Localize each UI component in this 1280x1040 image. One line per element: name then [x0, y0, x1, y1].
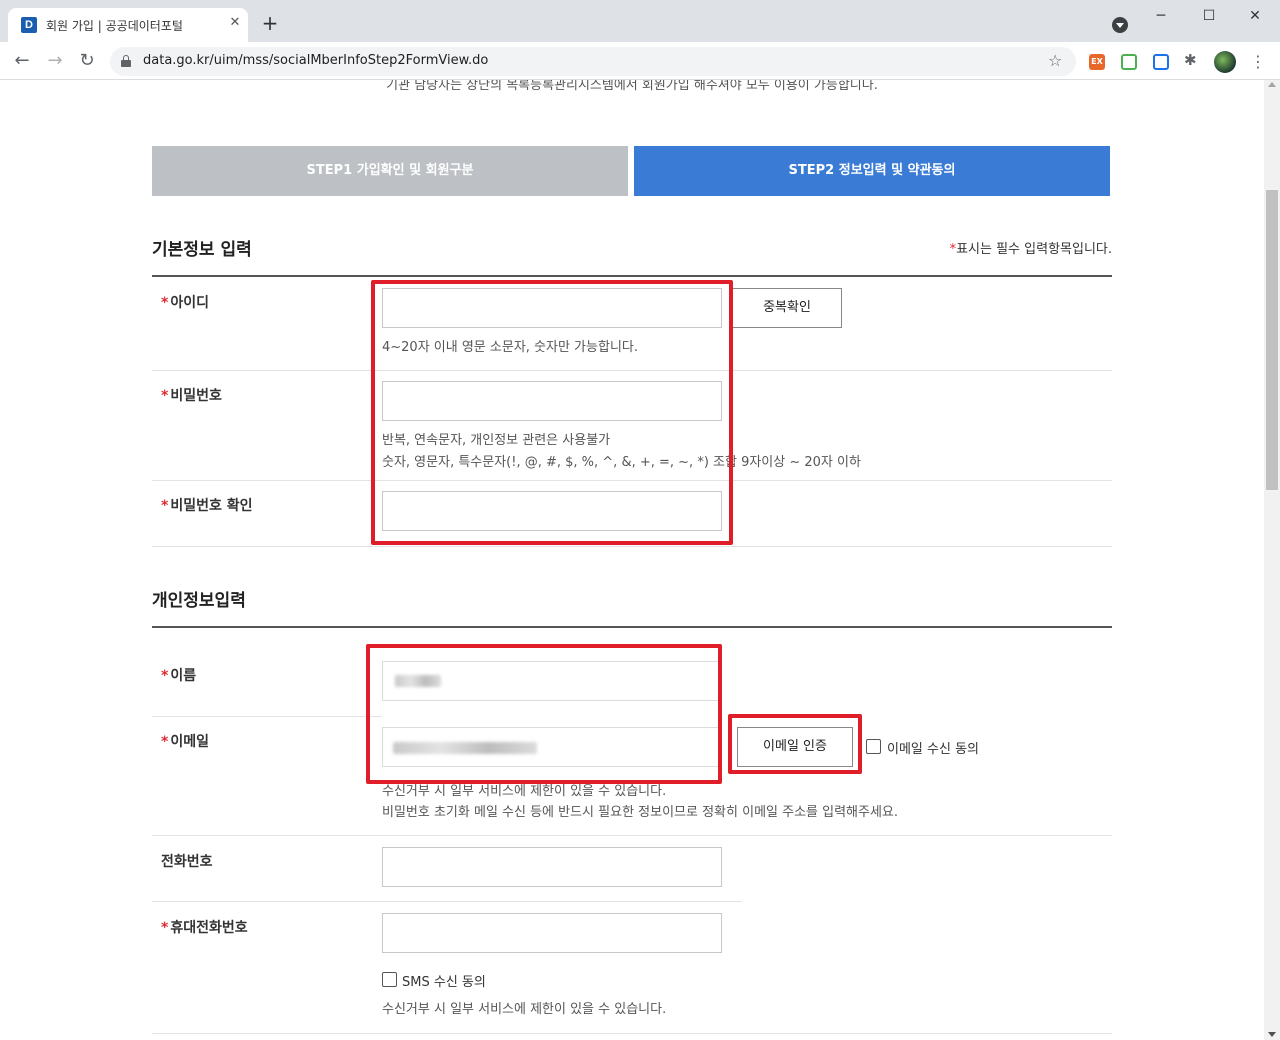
page-scrollbar[interactable] — [1264, 80, 1280, 1040]
tab-search-icon[interactable] — [1112, 17, 1128, 33]
scrollbar-thumb[interactable] — [1266, 190, 1278, 490]
step1-tab: STEP1 가입확인 및 회원구분 — [152, 146, 628, 196]
personal-info-title: 개인정보입력 — [152, 591, 246, 611]
row-divider — [152, 716, 382, 717]
password-input[interactable] — [382, 381, 722, 421]
duplicate-check-button[interactable]: 중복확인 — [732, 288, 842, 328]
row-divider — [152, 901, 742, 902]
id-label: * 아이디 — [161, 295, 209, 311]
site-favicon-icon: D — [21, 17, 37, 33]
step2-tab: STEP2 정보입력 및 약관동의 — [634, 146, 1110, 196]
redacted-name — [395, 675, 441, 687]
email-help-2: 비밀번호 초기화 메일 수신 등에 반드시 필요한 정보이므로 정확히 이메일 … — [382, 805, 899, 820]
id-help-text: 4~20자 이내 영문 소문자, 숫자만 가능합니다. — [382, 340, 638, 355]
email-consent-label: 이메일 수신 동의 — [887, 742, 979, 757]
name-label: * 이름 — [161, 668, 197, 684]
window-close-button[interactable]: ✕ — [1232, 4, 1278, 28]
address-bar[interactable]: data.go.kr/uim/mss/socialMberInfoStep2Fo… — [110, 47, 1076, 76]
mobile-label: * 휴대전화번호 — [161, 920, 248, 936]
row-divider — [152, 546, 1112, 547]
reload-icon[interactable]: ↻ — [77, 51, 97, 71]
row-divider — [152, 1033, 1112, 1034]
extension-blue-icon[interactable] — [1153, 54, 1169, 70]
password-help-2: 숫자, 영문자, 특수문자(!, @, #, $, %, ^, &, +, =,… — [382, 455, 861, 470]
new-tab-button[interactable]: + — [260, 13, 280, 33]
minimize-button[interactable]: ─ — [1138, 4, 1184, 28]
browser-toolbar: ← → ↻ data.go.kr/uim/mss/socialMberInfoS… — [0, 42, 1280, 80]
basic-info-title: 기본정보 입력 — [152, 240, 252, 260]
row-divider — [152, 370, 1112, 371]
password-label: * 비밀번호 — [161, 388, 222, 404]
section-divider — [152, 626, 1112, 628]
email-help-1: 수신거부 시 일부 서비스에 제한이 있을 수 있습니다. — [382, 784, 667, 799]
tab-title: 회원 가입 | 공공데이터포털 — [46, 19, 183, 33]
required-note: *표시는 필수 입력항목입니다. — [949, 242, 1112, 257]
password-help-1: 반복, 연속문자, 개인정보 관련은 사용불가 — [382, 433, 611, 448]
extension-green-icon[interactable] — [1121, 54, 1137, 70]
phone-label: 전화번호 — [161, 854, 213, 870]
lock-icon — [121, 55, 131, 67]
row-divider — [152, 480, 1112, 481]
password-confirm-label: * 비밀번호 확인 — [161, 498, 253, 514]
browser-tab-strip: D 회원 가입 | 공공데이터포털 ✕ + ─ ☐ ✕ — [0, 0, 1280, 42]
profile-avatar[interactable] — [1214, 51, 1236, 73]
email-label: * 이메일 — [161, 734, 209, 750]
sms-consent-checkbox[interactable] — [382, 972, 397, 987]
bookmark-star-icon[interactable]: ☆ — [1048, 51, 1062, 70]
forward-arrow-icon[interactable]: → — [45, 51, 65, 71]
password-confirm-input[interactable] — [382, 491, 722, 531]
maximize-button[interactable]: ☐ — [1186, 4, 1232, 28]
browser-tab[interactable]: D 회원 가입 | 공공데이터포털 ✕ — [8, 8, 248, 42]
email-verify-button[interactable]: 이메일 인증 — [737, 727, 853, 767]
email-consent-checkbox[interactable] — [866, 739, 881, 754]
mobile-input[interactable] — [382, 913, 722, 953]
back-arrow-icon[interactable]: ← — [12, 51, 32, 71]
name-input[interactable] — [382, 661, 722, 701]
scroll-up-arrow-icon[interactable] — [1268, 82, 1276, 87]
page-viewport: 기관 담당자는 상단의 목록등록관리시스템에서 회원가입 해주셔야 모두 이용이… — [0, 80, 1264, 1040]
extension-ex-icon[interactable]: EX — [1089, 54, 1105, 70]
tab-close-icon[interactable]: ✕ — [227, 15, 243, 31]
top-notice: 기관 담당자는 상단의 목록등록관리시스템에서 회원가입 해주셔야 모두 이용이… — [386, 80, 878, 93]
extensions-puzzle-icon[interactable]: ✱ — [1184, 51, 1197, 69]
sms-help-text: 수신거부 시 일부 서비스에 제한이 있을 수 있습니다. — [382, 1002, 667, 1017]
row-divider — [152, 835, 1112, 836]
scroll-down-arrow-icon[interactable] — [1268, 1032, 1276, 1037]
phone-input[interactable] — [382, 847, 722, 887]
id-input[interactable] — [382, 288, 722, 328]
url-text[interactable]: data.go.kr/uim/mss/socialMberInfoStep2Fo… — [143, 53, 488, 68]
sms-consent-label: SMS 수신 동의 — [402, 975, 486, 990]
section-divider — [152, 275, 1112, 277]
redacted-email — [393, 742, 537, 754]
browser-menu-icon[interactable]: ⋮ — [1250, 52, 1266, 71]
email-input[interactable] — [382, 727, 722, 767]
